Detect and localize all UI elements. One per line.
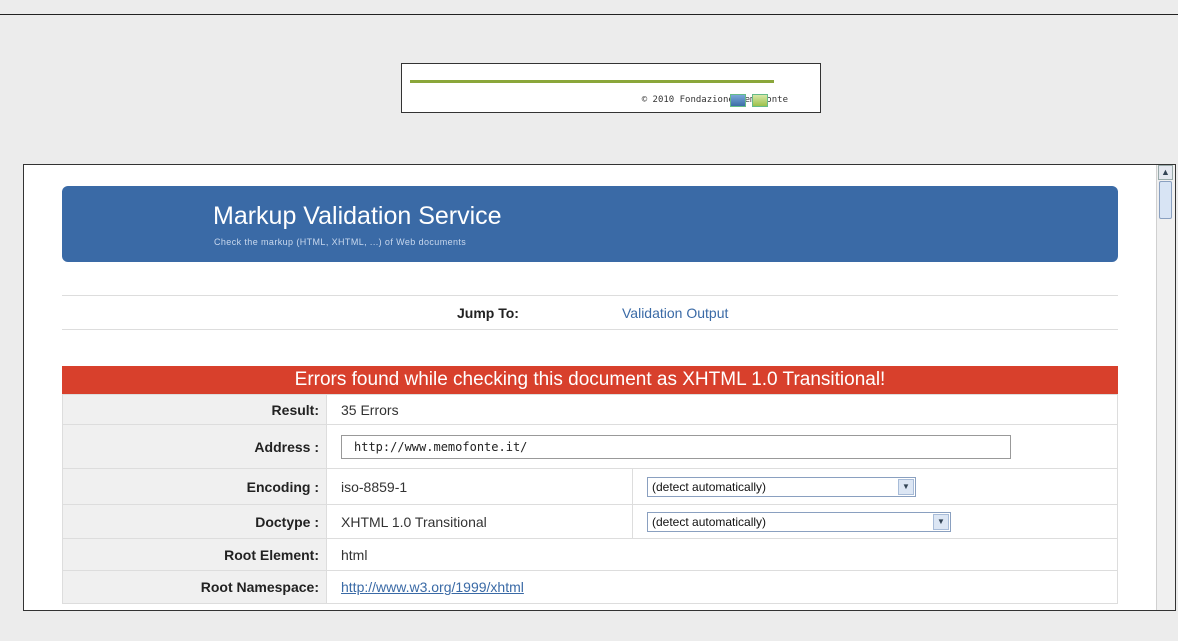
root-element-value: html (326, 538, 1118, 571)
w3c-xhtml-badge-icon[interactable] (730, 94, 746, 107)
root-namespace-label: Root Namespace: (62, 570, 327, 604)
banner-subtitle: Check the markup (HTML, XHTML, ...) of W… (214, 237, 467, 247)
root-element-label: Root Element: (62, 538, 327, 571)
vertical-scrollbar[interactable]: ▲ (1156, 165, 1175, 610)
encoding-label: Encoding : (62, 468, 327, 505)
root-namespace-link[interactable]: http://www.w3.org/1999/xhtml (341, 579, 524, 595)
jump-to-label: Jump To: (457, 305, 519, 321)
validator-banner: Markup Validation Service Check the mark… (62, 186, 1118, 262)
doctype-row: Doctype : XHTML 1.0 Transitional (detect… (62, 504, 1118, 539)
chevron-down-icon[interactable]: ▼ (898, 478, 914, 495)
address-label: Address : (62, 424, 327, 469)
root-namespace-cell: http://www.w3.org/1999/xhtml (326, 570, 1118, 604)
doctype-select[interactable]: (detect automatically) ▼ (647, 511, 951, 532)
encoding-select[interactable]: (detect automatically) ▼ (647, 476, 916, 497)
encoding-select-cell: (detect automatically) ▼ (632, 468, 1118, 505)
memofonte-footer-card: © 2010 Fondazione Memofonte (401, 63, 821, 113)
footer-green-rule (410, 80, 774, 83)
root-namespace-row: Root Namespace: http://www.w3.org/1999/x… (62, 570, 1118, 604)
banner-title[interactable]: Markup Validation Service (213, 202, 502, 231)
errors-header: Errors found while checking this documen… (62, 366, 1118, 394)
scroll-up-arrow-icon[interactable]: ▲ (1158, 165, 1173, 180)
address-cell: http://www.memofonte.it/ (326, 424, 1118, 469)
result-row: Result: 35 Errors (62, 394, 1118, 425)
validation-output-link[interactable]: Validation Output (622, 305, 728, 321)
scroll-thumb[interactable] (1159, 181, 1172, 219)
w3c-css-badge-icon[interactable] (752, 94, 768, 107)
encoding-select-value: (detect automatically) (652, 479, 767, 494)
jump-to-bar: Jump To: Validation Output (62, 295, 1118, 330)
encoding-row: Encoding : iso-8859-1 (detect automatica… (62, 468, 1118, 505)
doctype-select-value: (detect automatically) (652, 514, 767, 529)
top-divider (0, 14, 1178, 15)
address-row: Address : http://www.memofonte.it/ (62, 424, 1118, 469)
root-element-row: Root Element: html (62, 538, 1118, 571)
results-table: Result: 35 Errors Address : http://www.m… (62, 394, 1118, 604)
result-label: Result: (62, 394, 327, 425)
result-value: 35 Errors (326, 394, 1118, 425)
encoding-value: iso-8859-1 (326, 468, 633, 505)
doctype-label: Doctype : (62, 504, 327, 539)
chevron-down-icon[interactable]: ▼ (933, 513, 949, 530)
address-input[interactable]: http://www.memofonte.it/ (341, 434, 1011, 459)
doctype-select-cell: (detect automatically) ▼ (632, 504, 1118, 539)
validator-window: ▲ Markup Validation Service Check the ma… (23, 164, 1176, 611)
doctype-value: XHTML 1.0 Transitional (326, 504, 633, 539)
